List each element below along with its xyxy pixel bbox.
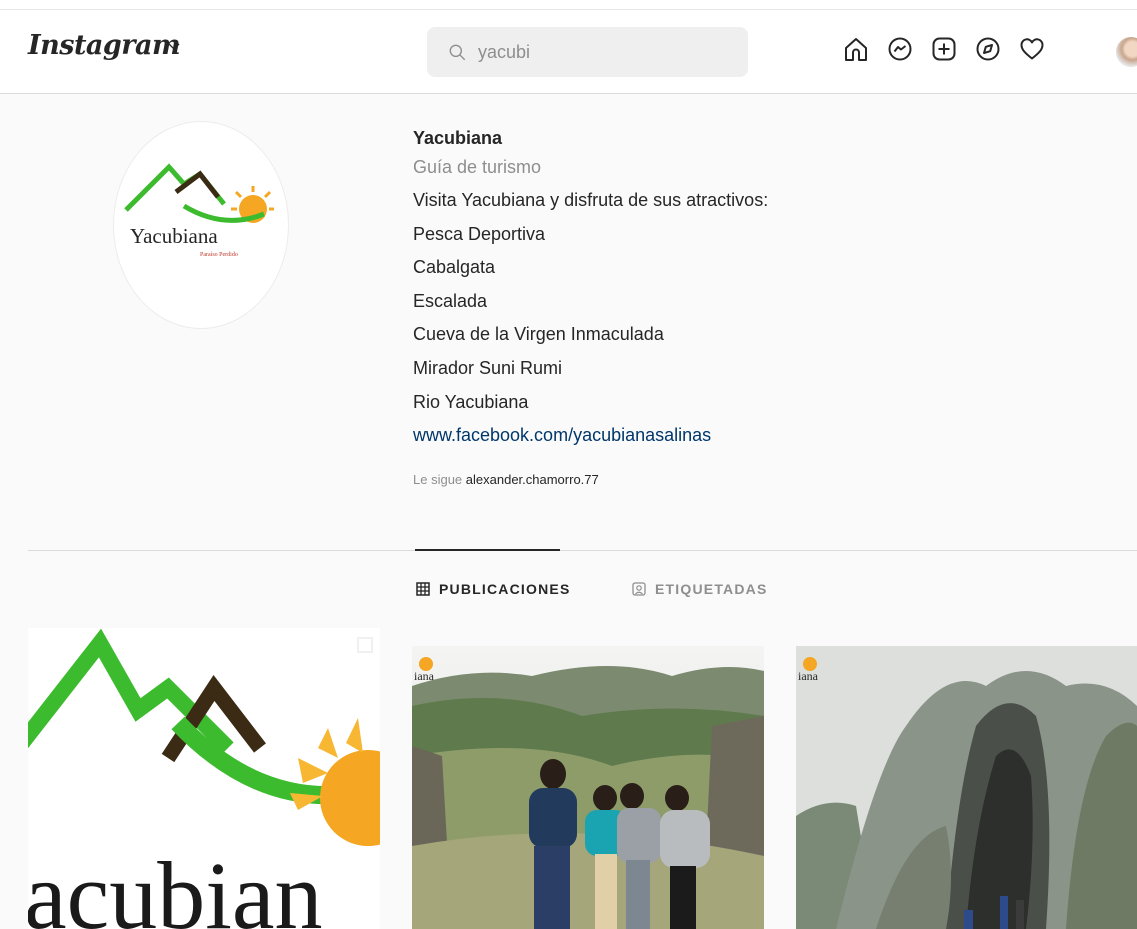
home-icon[interactable]: [842, 35, 870, 63]
bio-line: Visita Yacubiana y disfruta de sus atrac…: [413, 190, 769, 210]
avatar-logo-subtext: Paraíso Perdido: [200, 252, 238, 258]
top-border-line: [0, 9, 1137, 10]
bio-line: Escalada: [413, 290, 488, 311]
post-cave-photo[interactable]: iana: [796, 646, 1137, 929]
cave-photo-image: iana: [796, 646, 1137, 929]
explore-icon[interactable]: [974, 35, 1002, 63]
tab-label: PUBLICACIONES: [439, 581, 571, 597]
new-post-icon[interactable]: [930, 35, 958, 63]
followed-by: Le sigue alexander.chamorro.77: [413, 472, 599, 487]
search-box[interactable]: [427, 27, 748, 77]
bio-line: Rio Yacubiana: [413, 391, 529, 412]
bio-line: Mirador Suni Rumi: [413, 357, 563, 378]
bio-line: Cueva de la Virgen Inmaculada: [413, 324, 664, 345]
tabs-divider: [28, 550, 1137, 551]
search-input[interactable]: [476, 40, 740, 64]
profile-bio: Yacubiana Guía de turismo Visita Yacubia…: [413, 125, 1013, 453]
tab-label: ETIQUETADAS: [655, 581, 768, 597]
bio-line: Pesca Deportiva: [413, 223, 546, 244]
yacubiana-logo-image: Yacubiana Paraíso Perdido: [124, 163, 274, 258]
messenger-icon[interactable]: [886, 35, 914, 63]
post-group-photo[interactable]: iana: [412, 646, 764, 929]
followed-by-user-link[interactable]: alexander.chamorro.77: [466, 472, 599, 487]
bio-line: Cabalgata: [413, 257, 496, 278]
profile-category: Guía de turismo: [413, 157, 542, 177]
profile-website-link[interactable]: www.facebook.com/yacubianasalinas: [413, 419, 1013, 453]
avatar-logo-text: Yacubiana: [130, 224, 218, 248]
instagram-logo[interactable]: Instagram: [28, 30, 181, 61]
sun-icon: [290, 718, 380, 846]
grid-icon: [416, 582, 430, 596]
post-logo-image: acubian: [28, 628, 380, 929]
post-watermark: iana: [414, 669, 435, 683]
top-navigation-bar: Instagram: [0, 0, 1137, 94]
tab-etiquetadas[interactable]: ETIQUETADAS: [632, 578, 768, 600]
post-logo-text: acubian: [28, 842, 323, 929]
tagged-icon: [632, 582, 646, 596]
tab-publicaciones[interactable]: PUBLICACIONES: [416, 578, 571, 600]
profile-avatar[interactable]: Yacubiana Paraíso Perdido: [113, 121, 289, 329]
post-watermark: iana: [798, 669, 819, 683]
post-logo[interactable]: acubian: [28, 628, 380, 929]
user-avatar[interactable]: [1116, 37, 1137, 67]
active-tab-indicator: [415, 549, 560, 551]
followed-by-label: Le sigue: [413, 472, 463, 487]
activity-heart-icon[interactable]: [1018, 35, 1046, 63]
profile-name: Yacubiana: [413, 128, 503, 148]
search-icon: [449, 44, 466, 60]
chevron-down-icon[interactable]: [166, 38, 182, 54]
group-photo-image: iana: [412, 646, 764, 929]
